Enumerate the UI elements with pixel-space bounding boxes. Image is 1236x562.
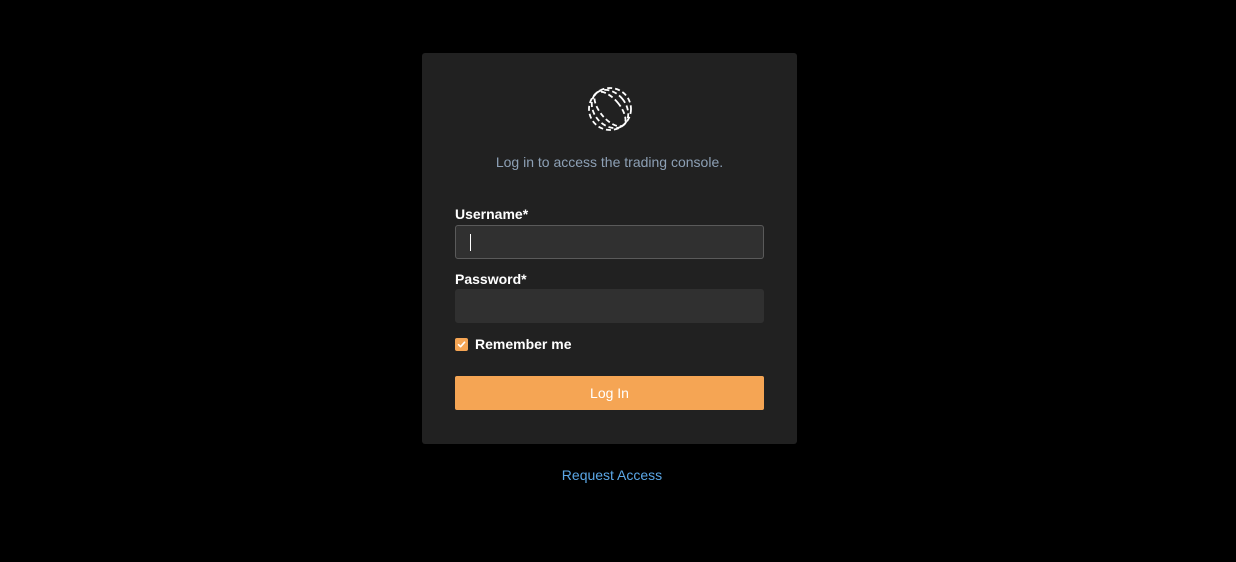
password-label: Password*	[455, 271, 527, 287]
password-input[interactable]	[455, 289, 764, 323]
check-icon[interactable]	[455, 337, 468, 351]
remember-me-label: Remember me	[475, 336, 572, 352]
logo-icon	[588, 87, 632, 131]
login-button[interactable]: Log In	[455, 376, 764, 410]
login-card: Log in to access the trading console. Us…	[422, 53, 797, 444]
username-input[interactable]	[455, 225, 764, 259]
request-access-link[interactable]: Request Access	[422, 467, 802, 483]
login-subtitle: Log in to access the trading console.	[495, 154, 724, 170]
remember-me-checkbox[interactable]: Remember me	[455, 336, 572, 352]
username-label: Username*	[455, 206, 529, 222]
text-cursor	[470, 234, 471, 251]
